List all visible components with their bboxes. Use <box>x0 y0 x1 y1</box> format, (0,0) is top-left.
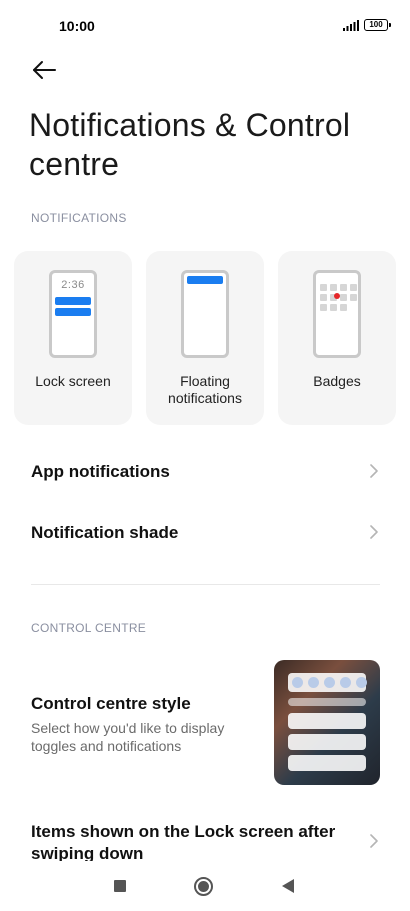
chevron-right-icon <box>370 834 378 848</box>
lock-screen-card[interactable]: 2:36 Lock screen <box>14 251 132 425</box>
square-recents-icon[interactable] <box>114 880 126 892</box>
notifications-section-header: NOTIFICATIONS <box>31 211 127 225</box>
control-centre-section-header: CONTROL CENTRE <box>31 621 147 635</box>
circle-home-icon[interactable] <box>194 877 213 896</box>
lock-screen-phone-icon: 2:36 <box>49 270 97 358</box>
badges-card[interactable]: Badges <box>278 251 396 425</box>
status-time: 10:00 <box>59 18 95 34</box>
section-divider <box>31 584 380 585</box>
notification-shade-row[interactable]: Notification shade <box>0 510 410 554</box>
preview-toggle-dots <box>292 677 372 688</box>
badge-dot <box>334 293 340 299</box>
preview-notification-bar <box>55 297 91 305</box>
signal-bars-icon <box>343 20 359 31</box>
chevron-right-icon <box>370 464 378 478</box>
battery-level: 100 <box>369 20 383 29</box>
preview-notification-bar <box>55 308 91 316</box>
preview-notification-tile <box>288 713 366 729</box>
status-bar: 10:00 100 <box>0 0 410 50</box>
control-centre-style-subtitle: Select how you'd like to display toggles… <box>31 720 225 754</box>
page-title: Notifications & Control centre <box>29 107 351 182</box>
navigation-bar <box>0 861 410 911</box>
preview-notification-tile <box>288 755 366 771</box>
triangle-back-icon[interactable] <box>282 879 295 893</box>
chevron-right-icon <box>370 525 378 539</box>
card-label: Lock screen <box>35 373 111 389</box>
arrow-left-icon[interactable] <box>28 56 60 84</box>
preview-notification-tile <box>288 734 366 750</box>
control-centre-style-title: Control centre style <box>31 694 191 713</box>
app-notifications-row[interactable]: App notifications <box>0 449 410 493</box>
preview-time: 2:36 <box>61 279 85 291</box>
lock-screen-items-row[interactable]: Items shown on the Lock screen after swi… <box>0 810 410 861</box>
card-label: Badges <box>313 373 361 389</box>
row-title: Items shown on the Lock screen after swi… <box>31 822 336 861</box>
row-title: App notifications <box>31 462 170 481</box>
card-label: Floating notifications <box>168 373 242 406</box>
preview-floating-bar <box>187 276 223 284</box>
control-centre-preview-image <box>274 660 380 785</box>
floating-notification-phone-icon <box>181 270 229 358</box>
preview-slider <box>288 698 366 706</box>
battery-icon: 100 <box>364 19 391 31</box>
badges-phone-icon <box>313 270 361 358</box>
row-title: Notification shade <box>31 523 179 542</box>
floating-notifications-card[interactable]: Floating notifications <box>146 251 264 425</box>
